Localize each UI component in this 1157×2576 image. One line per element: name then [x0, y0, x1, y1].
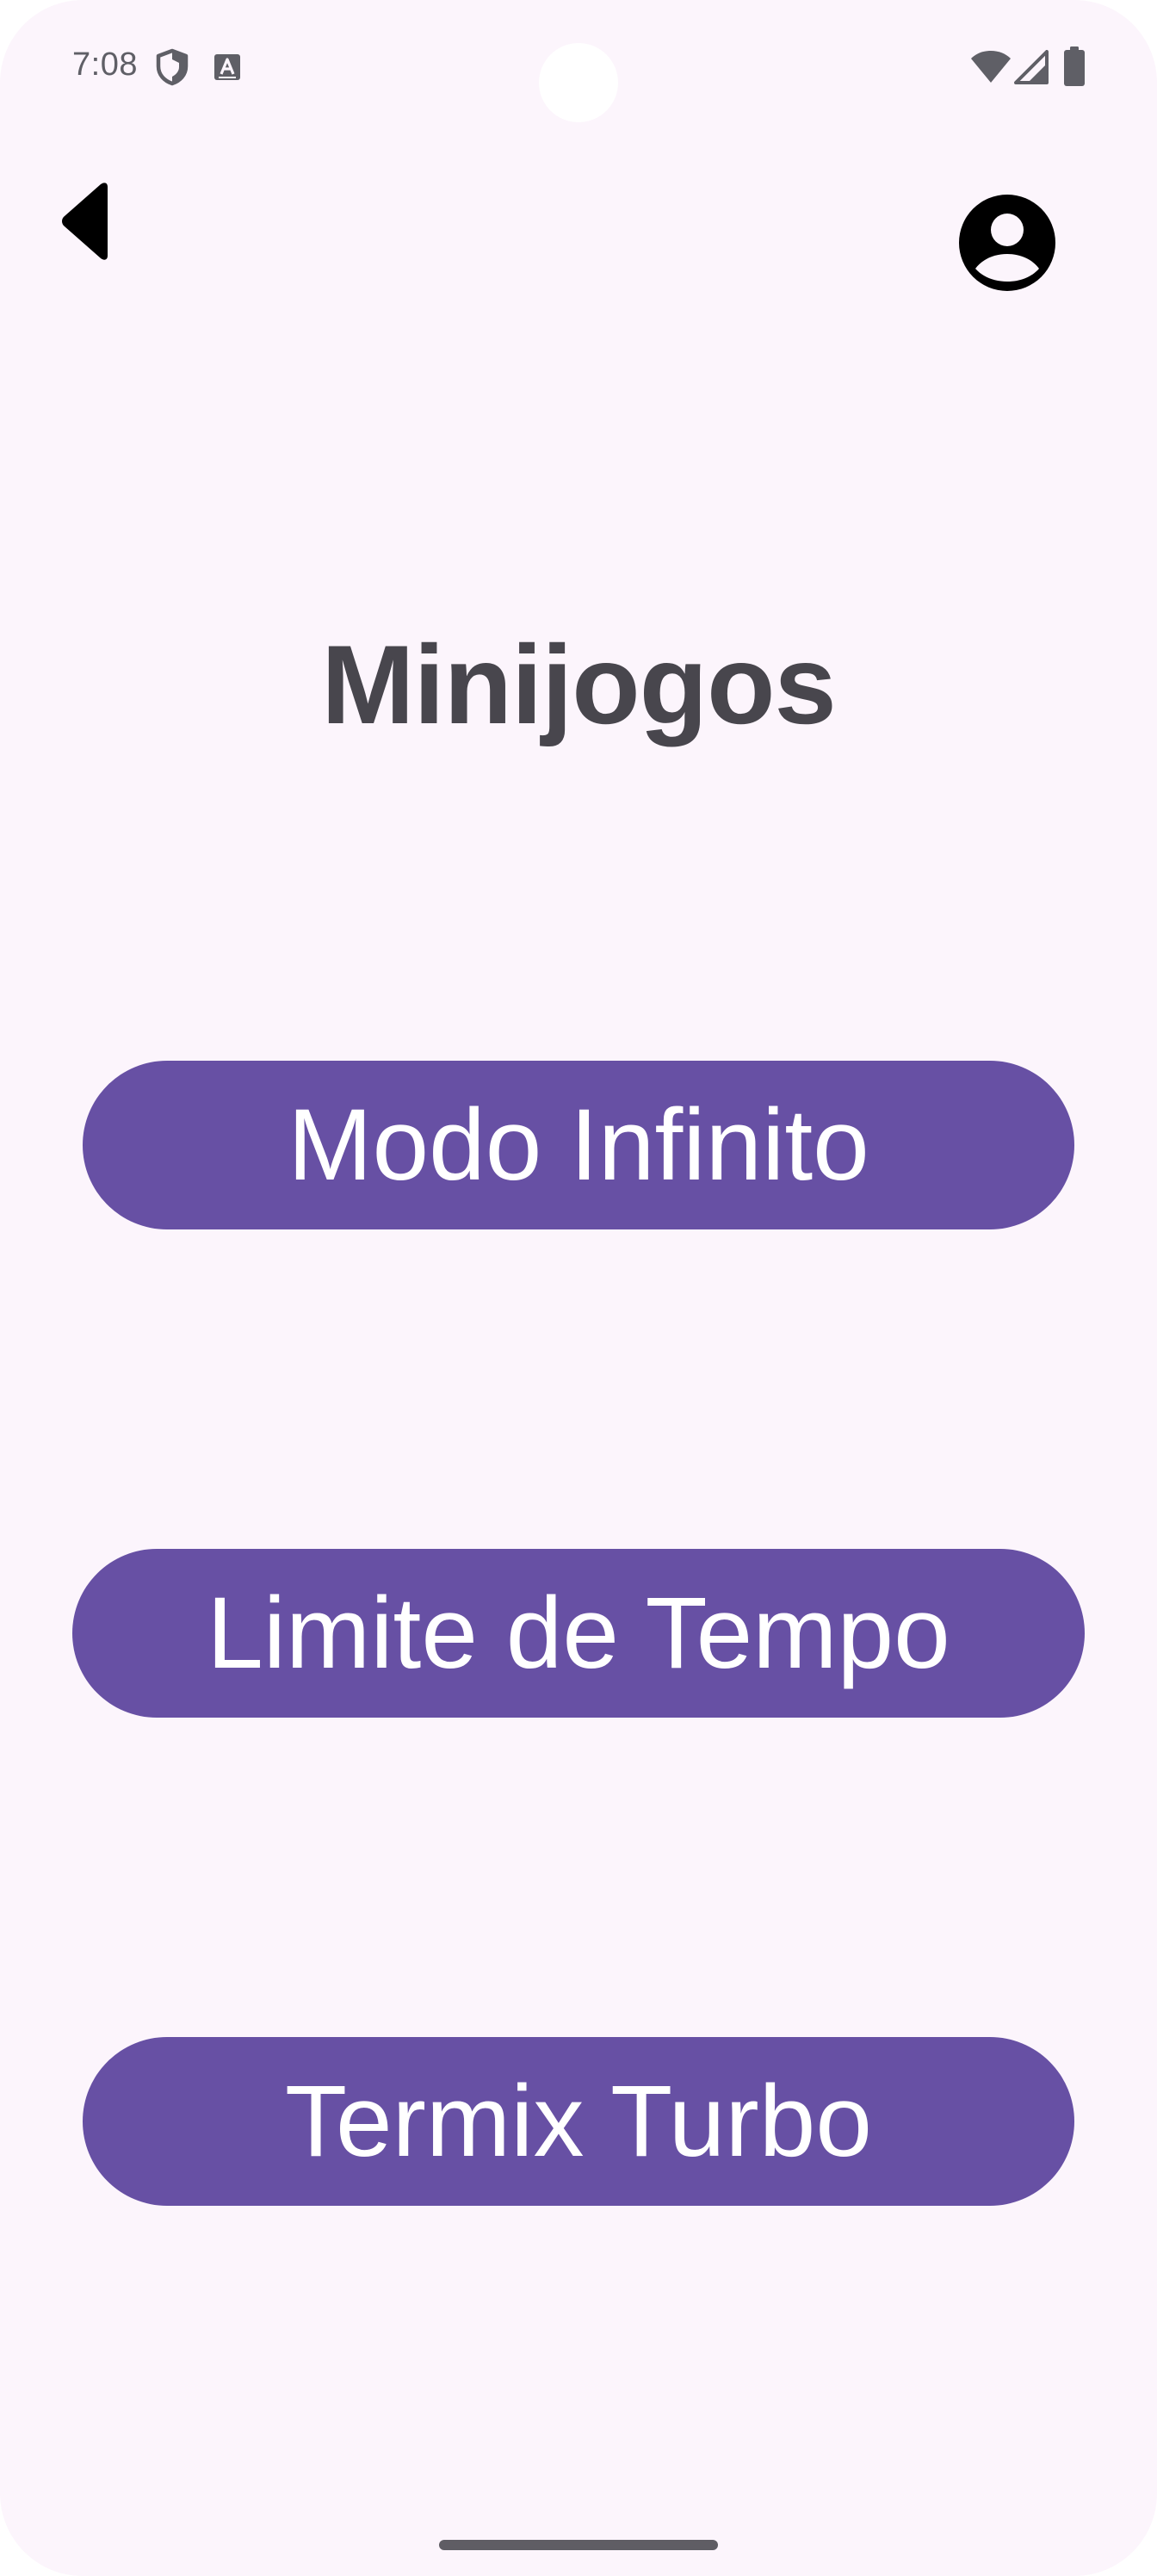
font-a-icon	[214, 54, 240, 80]
status-time: 7:08	[72, 46, 138, 83]
home-indicator[interactable]	[439, 2540, 718, 2550]
termix-turbo-button[interactable]: Termix Turbo	[83, 2037, 1074, 2206]
back-button[interactable]	[43, 174, 129, 269]
back-triangle-icon	[62, 183, 108, 260]
top-app-bar	[0, 164, 1157, 291]
status-bar: 7:08	[0, 0, 1157, 138]
app-screen: 7:08 Minijogos Modo Infinito Limite de T…	[0, 0, 1157, 2576]
page-title: Minijogos	[321, 622, 837, 747]
infinite-mode-button[interactable]: Modo Infinito	[83, 1061, 1074, 1229]
shield-icon	[156, 48, 189, 86]
wifi-icon	[971, 51, 1011, 83]
battery-icon	[1064, 46, 1085, 86]
time-limit-button[interactable]: Limite de Tempo	[72, 1549, 1085, 1718]
account-circle-icon	[959, 195, 1055, 291]
profile-button[interactable]	[947, 183, 1067, 303]
cellular-signal-icon	[1014, 50, 1049, 84]
